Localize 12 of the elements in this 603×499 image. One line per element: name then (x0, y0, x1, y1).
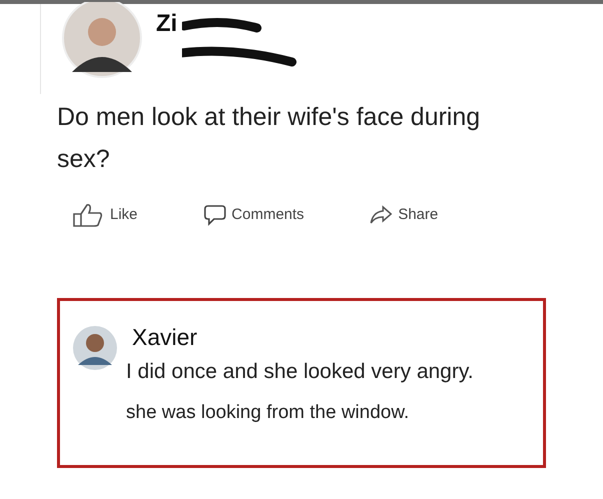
avatar (72, 325, 118, 371)
speech-bubble-icon (204, 204, 226, 226)
thumbs-up-icon (72, 202, 104, 228)
share-arrow-icon (370, 205, 392, 225)
comment-text: she was looking from the window. (126, 401, 410, 426)
author-name: Xavier (132, 323, 198, 352)
like-button[interactable]: Like (72, 202, 138, 228)
comment-text: I did once and she looked very angry. (126, 358, 474, 385)
share-button[interactable]: Share (370, 204, 438, 226)
author-name: Zi (156, 12, 178, 36)
comment-button[interactable]: Comments (204, 204, 304, 226)
post-text: Do men look at their wife's face during sex? (57, 102, 482, 175)
